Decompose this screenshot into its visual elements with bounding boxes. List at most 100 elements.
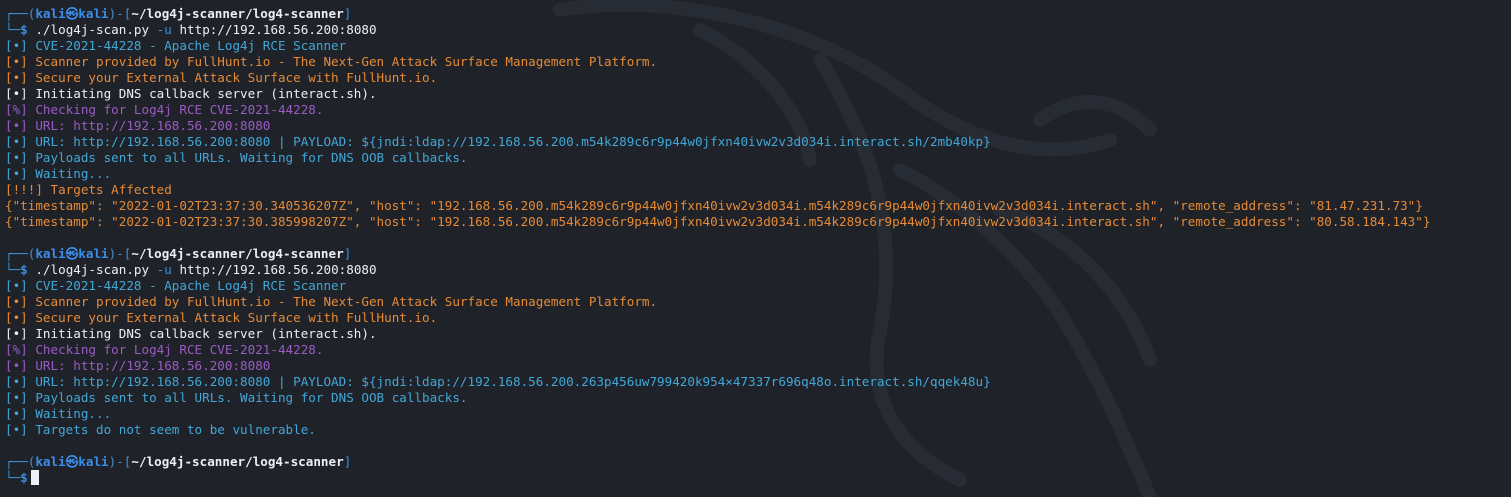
output-line: [•] Waiting... xyxy=(5,166,1511,182)
prompt-frame: ┌──( xyxy=(5,6,36,21)
prompt-host: kali xyxy=(78,454,109,469)
prompt-at-icon: ㉿ xyxy=(65,6,79,21)
output-text: Payloads sent to all URLs. Waiting for D… xyxy=(27,150,468,165)
output-line: [•] URL: http://192.168.56.200:8080 | PA… xyxy=(5,134,1511,150)
output-text: URL: http://192.168.56.200:8080 xyxy=(27,358,271,373)
prompt-user: kali xyxy=(35,246,66,261)
output-bullet: [•] xyxy=(5,294,28,309)
output-text: Payloads sent to all URLs. Waiting for D… xyxy=(27,390,468,405)
output-text: URL: http://192.168.56.200:8080 xyxy=(27,118,271,133)
command-flag: -u xyxy=(156,22,172,37)
output-line: [•] Scanner provided by FullHunt.io - Th… xyxy=(5,294,1511,310)
output-line: [•] Scanner provided by FullHunt.io - Th… xyxy=(5,54,1511,70)
output-text: Targets do not seem to be vulnerable. xyxy=(27,422,316,437)
output-line: [•] Targets do not seem to be vulnerable… xyxy=(5,422,1511,438)
output-text: CVE-2021-44228 - Apache Log4j RCE Scanne… xyxy=(27,278,347,293)
output-line: [•] Payloads sent to all URLs. Waiting f… xyxy=(5,150,1511,166)
output-text: Targets Affected xyxy=(42,182,172,197)
output-line: [!!!] Targets Affected xyxy=(5,182,1511,198)
output-text: Initiating DNS callback server (interact… xyxy=(27,326,377,341)
output-line: [%] Checking for Log4j RCE CVE-2021-4422… xyxy=(5,102,1511,118)
output-bullet: [•] xyxy=(5,134,28,149)
output-bullet: [•] xyxy=(5,374,28,389)
prompt-user: kali xyxy=(35,6,66,21)
prompt-frame: )-[ xyxy=(108,454,132,469)
prompt-frame: )-[ xyxy=(108,246,132,261)
output-bullet: [•] xyxy=(5,326,28,341)
prompt-dollar: $ xyxy=(20,262,28,277)
terminal-output: ┌──(kali㉿kali)-[~/log4j-scanner/log4-sca… xyxy=(5,6,1511,486)
command-url: http://192.168.56.200:8080 xyxy=(179,262,377,277)
prompt-frame: ] xyxy=(343,454,352,469)
output-line: [•] Payloads sent to all URLs. Waiting f… xyxy=(5,390,1511,406)
block-cursor-icon[interactable] xyxy=(30,470,39,485)
output-text: CVE-2021-44228 - Apache Log4j RCE Scanne… xyxy=(27,38,347,53)
output-text: Waiting... xyxy=(27,406,112,421)
output-bullet: [•] xyxy=(5,118,28,133)
output-text: URL: http://192.168.56.200:8080 | PAYLOA… xyxy=(27,374,991,389)
prompt-frame: └─ xyxy=(5,262,21,277)
output-line: [%] Checking for Log4j RCE CVE-2021-4422… xyxy=(5,342,1511,358)
command-program: ./log4j-scan.py xyxy=(35,22,150,37)
terminal-window[interactable]: ┌──(kali㉿kali)-[~/log4j-scanner/log4-sca… xyxy=(0,0,1511,497)
output-text: Secure your External Attack Surface with… xyxy=(27,70,438,85)
prompt-frame: ┌──( xyxy=(5,246,36,261)
prompt-at-icon: ㉿ xyxy=(65,246,79,261)
output-bullet: [•] xyxy=(5,38,28,53)
output-text: {"timestamp": "2022-01-02T23:37:30.34053… xyxy=(5,198,1423,213)
output-line: [•] Secure your External Attack Surface … xyxy=(5,310,1511,326)
command-line: └─$ ./log4j-scan.py -u http://192.168.56… xyxy=(5,22,1511,38)
output-text: URL: http://192.168.56.200:8080 | PAYLOA… xyxy=(27,134,991,149)
output-text: Scanner provided by FullHunt.io - The Ne… xyxy=(27,294,658,309)
output-line: [•] URL: http://192.168.56.200:8080 | PA… xyxy=(5,374,1511,390)
output-bullet: [•] xyxy=(5,406,28,421)
prompt-host: kali xyxy=(78,246,109,261)
output-bullet: [•] xyxy=(5,310,28,325)
output-line: [•] Waiting... xyxy=(5,406,1511,422)
prompt-frame: ] xyxy=(343,6,352,21)
output-line: [•] CVE-2021-44228 - Apache Log4j RCE Sc… xyxy=(5,38,1511,54)
prompt-header-line: ┌──(kali㉿kali)-[~/log4j-scanner/log4-sca… xyxy=(5,246,1511,262)
output-line: [•] URL: http://192.168.56.200:8080 xyxy=(5,358,1511,374)
output-bullet: [•] xyxy=(5,390,28,405)
output-bullet: [•] xyxy=(5,422,28,437)
command-url: http://192.168.56.200:8080 xyxy=(179,22,377,37)
output-text: Waiting... xyxy=(27,166,112,181)
prompt-header-line: ┌──(kali㉿kali)-[~/log4j-scanner/log4-sca… xyxy=(5,454,1511,470)
prompt-dollar: $ xyxy=(20,470,28,485)
output-bullet: [•] xyxy=(5,278,28,293)
output-line: [•] CVE-2021-44228 - Apache Log4j RCE Sc… xyxy=(5,278,1511,294)
output-bullet: [!!!] xyxy=(5,182,43,197)
output-bullet: [•] xyxy=(5,166,28,181)
prompt-user: kali xyxy=(35,454,66,469)
output-bullet: [%] xyxy=(5,102,28,117)
prompt-dollar: $ xyxy=(20,22,28,37)
output-bullet: [•] xyxy=(5,358,28,373)
output-line: [•] Secure your External Attack Surface … xyxy=(5,70,1511,86)
prompt-path: ~/log4j-scanner/log4-scanner xyxy=(131,6,344,21)
command-flag: -u xyxy=(156,262,172,277)
output-text: Initiating DNS callback server (interact… xyxy=(27,86,377,101)
output-text: Scanner provided by FullHunt.io - The Ne… xyxy=(27,54,658,69)
input-line: └─$ xyxy=(5,470,1511,486)
prompt-frame: ] xyxy=(343,246,352,261)
output-bullet: [•] xyxy=(5,70,28,85)
command-program: ./log4j-scan.py xyxy=(35,262,150,277)
output-bullet: [•] xyxy=(5,86,28,101)
output-line: [•] URL: http://192.168.56.200:8080 xyxy=(5,118,1511,134)
prompt-path: ~/log4j-scanner/log4-scanner xyxy=(131,246,344,261)
output-line: [•] Initiating DNS callback server (inte… xyxy=(5,326,1511,342)
prompt-frame: ┌──( xyxy=(5,454,36,469)
output-line: {"timestamp": "2022-01-02T23:37:30.38599… xyxy=(5,214,1511,230)
prompt-frame: )-[ xyxy=(108,6,132,21)
command-line: └─$ ./log4j-scan.py -u http://192.168.56… xyxy=(5,262,1511,278)
output-line: [•] Initiating DNS callback server (inte… xyxy=(5,86,1511,102)
output-text: Checking for Log4j RCE CVE-2021-44228. xyxy=(27,342,324,357)
prompt-host: kali xyxy=(78,6,109,21)
prompt-path: ~/log4j-scanner/log4-scanner xyxy=(131,454,344,469)
output-text: Secure your External Attack Surface with… xyxy=(27,310,438,325)
